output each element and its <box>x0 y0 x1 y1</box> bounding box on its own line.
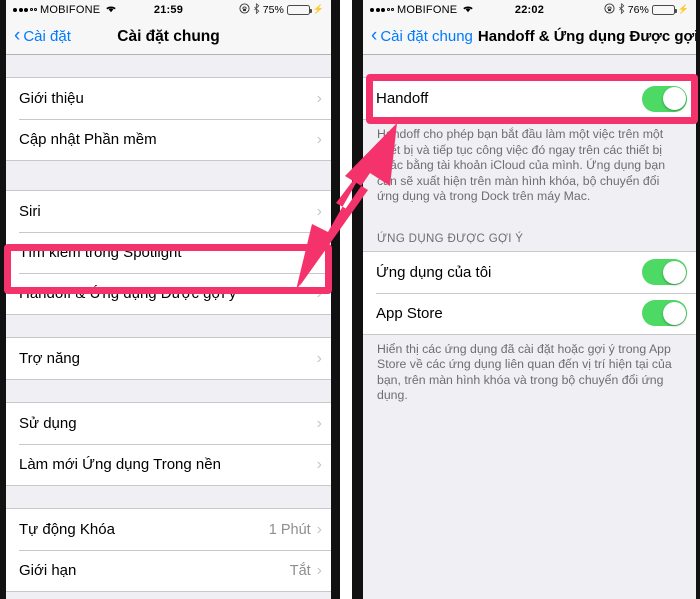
chevron-left-icon: ‹ <box>371 25 378 46</box>
chevron-right-icon: › <box>316 243 322 261</box>
row-value: Tắt <box>289 562 311 579</box>
back-button-label: Cài đặt chung <box>380 28 473 45</box>
app-store-toggle[interactable] <box>642 300 687 326</box>
chevron-right-icon: › <box>316 520 322 538</box>
right-phone-frame: MOBIFONE 22:02 76% ⚡ ‹ Cài đặt chung Han… <box>352 0 700 599</box>
battery-percent-label: 76% <box>627 3 649 16</box>
sidebar-item-tro-nang[interactable]: Trợ năng › <box>6 338 331 379</box>
rotation-lock-icon <box>239 2 250 17</box>
handoff-toggle[interactable] <box>642 85 687 112</box>
sidebar-item-cap-nhat-phan-mem[interactable]: Cập nhật Phần mềm › <box>6 119 331 160</box>
back-button[interactable]: ‹ Cài đặt chung <box>371 25 473 46</box>
row-label: Siri <box>19 203 41 220</box>
row-label: App Store <box>376 304 443 322</box>
chevron-right-icon: › <box>316 202 322 220</box>
suggested-apps-footnote: Hiển thị các ứng dụng đã cài đặt hoặc gợ… <box>363 334 696 414</box>
screenshot-root: MOBIFONE 21:59 75% ⚡ ‹ Cài đặt Cài đặt c… <box>0 0 700 599</box>
right-nav-bar: ‹ Cài đặt chung Handoff & Ứng dụng Được … <box>363 19 696 55</box>
chevron-right-icon: › <box>316 130 322 148</box>
sidebar-item-lam-moi-ung-dung-trong-nen[interactable]: Làm mới Ứng dụng Trong nền › <box>6 444 331 485</box>
row-label: Sử dụng <box>19 415 77 432</box>
bluetooth-icon <box>618 2 625 17</box>
settings-group-siri: Siri › Tìm kiếm trong Spotlight › Handof… <box>6 190 331 315</box>
settings-group-lock: Tự động Khóa 1 Phút › Giới hạn Tắt › <box>6 508 331 592</box>
row-label: Giới thiệu <box>19 90 84 107</box>
chevron-right-icon: › <box>316 284 322 302</box>
right-status-bar: MOBIFONE 22:02 76% ⚡ <box>363 0 696 19</box>
left-nav-bar: ‹ Cài đặt Cài đặt chung <box>6 19 331 55</box>
chevron-right-icon: › <box>316 349 322 367</box>
sidebar-item-siri[interactable]: Siri › <box>6 191 331 232</box>
page-title: Handoff & Ứng dụng Được gợi ý <box>477 28 696 45</box>
list-gap <box>6 55 331 77</box>
row-label: Tìm kiếm trong Spotlight <box>19 244 182 261</box>
sidebar-item-tim-kiem-spotlight[interactable]: Tìm kiếm trong Spotlight › <box>6 232 331 273</box>
settings-group-accessibility: Trợ năng › <box>6 337 331 380</box>
chevron-right-icon: › <box>316 561 322 579</box>
row-label: Trợ năng <box>19 350 80 367</box>
left-status-bar: MOBIFONE 21:59 75% ⚡ <box>6 0 331 19</box>
row-value: 1 Phút <box>268 521 311 538</box>
sidebar-item-tu-dong-khoa[interactable]: Tự động Khóa 1 Phút › <box>6 509 331 550</box>
settings-group-about: Giới thiệu › Cập nhật Phần mềm › <box>6 77 331 161</box>
list-gap <box>6 380 331 402</box>
settings-group-usage: Sử dụng › Làm mới Ứng dụng Trong nền › <box>6 402 331 486</box>
left-phone-screen: MOBIFONE 21:59 75% ⚡ ‹ Cài đặt Cài đặt c… <box>6 0 331 599</box>
charging-bolt-icon: ⚡ <box>677 4 689 14</box>
handoff-footnote: Handoff cho phép bạn bắt đầu làm một việ… <box>363 120 696 215</box>
handoff-row[interactable]: Handoff <box>363 78 696 119</box>
list-gap <box>6 315 331 337</box>
handoff-settings-list: Handoff Handoff cho phép bạn bắt đầu làm… <box>363 55 696 414</box>
suggested-apps-section-header: ỨNG DỤNG ĐƯỢC GỢI Ý <box>363 214 696 251</box>
left-phone-frame: MOBIFONE 21:59 75% ⚡ ‹ Cài đặt Cài đặt c… <box>0 0 340 599</box>
row-label: Cập nhật Phần mềm <box>19 131 157 148</box>
list-gap <box>363 55 696 77</box>
battery-icon <box>286 4 312 15</box>
battery-icon <box>651 4 677 15</box>
rotation-lock-icon <box>604 2 615 17</box>
row-label: Tự động Khóa <box>19 521 115 538</box>
handoff-group: Handoff <box>363 77 696 120</box>
left-status-right: 75% ⚡ <box>239 2 324 17</box>
row-label: Handoff & Ứng dụng Được gợi ý <box>19 285 237 302</box>
charging-bolt-icon: ⚡ <box>312 4 324 14</box>
sidebar-item-gioi-thieu[interactable]: Giới thiệu › <box>6 78 331 119</box>
page-title: Cài đặt chung <box>117 27 220 45</box>
battery-percent-label: 75% <box>262 3 284 16</box>
my-apps-toggle[interactable] <box>642 259 687 285</box>
my-apps-row[interactable]: Ứng dụng của tôi <box>363 251 696 293</box>
suggested-apps-group: Ứng dụng của tôi App Store <box>363 250 696 335</box>
list-gap <box>6 486 331 508</box>
app-store-row[interactable]: App Store <box>363 292 696 334</box>
row-label: Ứng dụng của tôi <box>376 263 492 281</box>
right-phone-screen: MOBIFONE 22:02 76% ⚡ ‹ Cài đặt chung Han… <box>363 0 696 599</box>
bluetooth-icon <box>253 2 260 17</box>
list-gap <box>6 161 331 190</box>
chevron-right-icon: › <box>316 89 322 107</box>
right-status-right: 76% ⚡ <box>604 2 689 17</box>
chevron-right-icon: › <box>316 414 322 432</box>
chevron-right-icon: › <box>316 455 322 473</box>
sidebar-item-gioi-han[interactable]: Giới hạn Tắt › <box>6 550 331 591</box>
general-settings-list: Giới thiệu › Cập nhật Phần mềm › Siri › <box>6 55 331 599</box>
row-label: Làm mới Ứng dụng Trong nền <box>19 456 221 473</box>
sidebar-item-su-dung[interactable]: Sử dụng › <box>6 403 331 444</box>
row-label: Handoff <box>376 90 429 107</box>
list-gap <box>6 592 331 599</box>
row-label: Giới hạn <box>19 562 77 579</box>
sidebar-item-handoff-ung-dung-duoc-goi-y[interactable]: Handoff & Ứng dụng Được gợi ý › <box>6 273 331 314</box>
